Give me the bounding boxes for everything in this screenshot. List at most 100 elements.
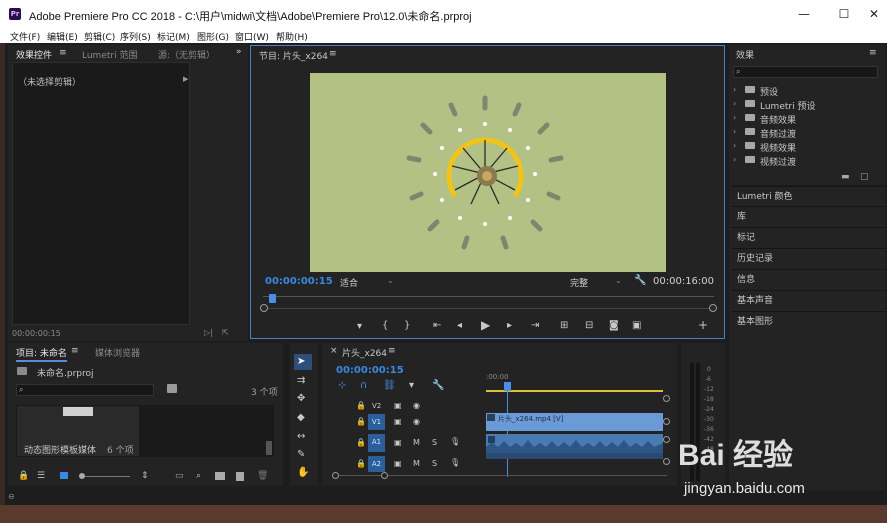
- timeline-vscroll-handle-2[interactable]: [663, 418, 670, 425]
- find-icon[interactable]: ⌕: [196, 471, 201, 481]
- camera-icon[interactable]: ◙: [609, 321, 619, 331]
- lift-icon[interactable]: ⊞: [560, 321, 568, 331]
- timeline-vscroll-bottom-handle[interactable]: [663, 458, 670, 465]
- section-markers[interactable]: 标记: [731, 227, 887, 248]
- go-to-out-icon[interactable]: ⇥: [531, 321, 539, 331]
- hand-tool-icon[interactable]: ✋: [297, 468, 309, 478]
- timeline-scroll-right-handle[interactable]: [381, 472, 388, 479]
- program-menu-icon[interactable]: ≡: [329, 49, 337, 59]
- timeline-timecode[interactable]: 00:00:00:15: [336, 365, 404, 376]
- step-forward-icon[interactable]: ▸: [507, 321, 512, 331]
- new-bin-bottom-icon[interactable]: [215, 472, 225, 480]
- new-bin-icon[interactable]: [167, 384, 177, 393]
- pen-tool-icon[interactable]: ✎: [297, 450, 305, 460]
- section-history[interactable]: 历史记录: [731, 248, 887, 269]
- eye-icon[interactable]: ◉: [413, 417, 420, 426]
- timeline-sequence-tab[interactable]: 片头_x264: [342, 346, 387, 359]
- sync-lock-icon[interactable]: ▣: [394, 401, 402, 410]
- section-lumetri-color[interactable]: Lumetri 颜色: [731, 186, 887, 207]
- playhead-marker[interactable]: [269, 294, 276, 303]
- menu-window[interactable]: 窗口(W): [235, 30, 269, 43]
- razor-tool-icon[interactable]: ◆: [297, 413, 305, 423]
- nest-icon[interactable]: ⊹: [338, 381, 346, 391]
- expand-panels-icon[interactable]: »: [236, 47, 242, 57]
- snap-icon[interactable]: ∩: [360, 381, 367, 391]
- video-clip-v1[interactable]: 片头_x264.mp4 [V]: [486, 413, 663, 431]
- mute-button[interactable]: M: [413, 438, 420, 447]
- menu-edit[interactable]: 编辑(E): [47, 30, 78, 43]
- new-item-bottom-icon[interactable]: [236, 472, 244, 481]
- add-button-icon[interactable]: +: [698, 319, 708, 331]
- microphone-icon[interactable]: 🎙: [450, 458, 460, 467]
- quality-chevron-down-icon[interactable]: ⌄: [615, 276, 622, 285]
- tab-menu-icon[interactable]: ≡: [59, 48, 67, 58]
- maximize-button[interactable]: ☐: [834, 5, 854, 23]
- add-marker-icon[interactable]: ▾: [357, 322, 362, 332]
- solo-button[interactable]: S: [432, 438, 437, 447]
- lock-track-icon[interactable]: 🔒: [356, 417, 366, 426]
- zoom-slider-handle[interactable]: [79, 473, 85, 479]
- tab-project[interactable]: 项目: 未命名: [16, 346, 67, 362]
- menu-help[interactable]: 帮助(H): [276, 30, 308, 43]
- sync-lock-icon[interactable]: ▣: [394, 438, 402, 447]
- fit-chevron-down-icon[interactable]: ⌄: [387, 276, 394, 285]
- track-target-v1[interactable]: V1: [368, 414, 385, 430]
- go-to-in-icon[interactable]: ⇤: [433, 321, 441, 331]
- zoom-handle-left[interactable]: [260, 304, 268, 312]
- mark-out-icon[interactable]: }: [404, 321, 410, 331]
- play-icon[interactable]: ▶: [481, 319, 490, 331]
- project-search-input[interactable]: ⌕: [16, 384, 154, 396]
- slip-tool-icon[interactable]: ↔: [297, 432, 305, 442]
- timeline-settings-icon[interactable]: 🔧: [432, 381, 444, 391]
- timeline-vscroll-handle-3[interactable]: [663, 436, 670, 443]
- program-current-timecode[interactable]: 00:00:00:15: [265, 276, 333, 287]
- sync-lock-icon[interactable]: ▣: [394, 417, 402, 426]
- eye-icon[interactable]: ◉: [413, 401, 420, 410]
- sync-lock-icon[interactable]: ▣: [394, 459, 402, 468]
- track-target-a2[interactable]: A2: [368, 456, 385, 472]
- add-marker-timeline-icon[interactable]: ▾: [409, 381, 414, 391]
- tab-source[interactable]: 源:（无剪辑）: [158, 48, 215, 61]
- timeline-vscroll-top-handle[interactable]: [663, 395, 670, 402]
- solo-button[interactable]: S: [432, 459, 437, 468]
- menu-sequence[interactable]: 序列(S): [120, 30, 151, 43]
- lock-track-icon[interactable]: 🔒: [356, 401, 366, 410]
- minimize-button[interactable]: —: [794, 5, 814, 23]
- track-target-a1[interactable]: A1: [368, 434, 385, 452]
- section-essential-sound[interactable]: 基本声音: [731, 290, 887, 311]
- timeline-playhead-handle[interactable]: [504, 382, 511, 391]
- menu-graphics[interactable]: 图形(G): [197, 30, 229, 43]
- new-bin-folder-icon[interactable]: ▬: [841, 172, 850, 182]
- section-info[interactable]: 信息: [731, 269, 887, 290]
- compare-view-icon[interactable]: ▣: [632, 321, 641, 331]
- expand-arrow-icon[interactable]: ▶: [183, 75, 188, 83]
- extract-icon[interactable]: ⊟: [585, 321, 593, 331]
- lock-track-icon[interactable]: 🔒: [356, 459, 366, 468]
- list-view-icon[interactable]: ☰: [37, 471, 45, 481]
- new-item-icon[interactable]: ▢: [860, 172, 869, 182]
- microphone-icon[interactable]: 🎙: [450, 437, 460, 446]
- section-essential-graphics[interactable]: 基本图形: [731, 311, 887, 332]
- program-scrub-bar[interactable]: [263, 296, 714, 297]
- mute-button[interactable]: M: [413, 459, 420, 468]
- audio-clip-a1[interactable]: [486, 434, 663, 453]
- menu-clip[interactable]: 剪辑(C): [84, 30, 115, 43]
- automate-icon[interactable]: ▭: [175, 471, 184, 481]
- step-back-icon[interactable]: ◂: [457, 321, 462, 331]
- tab-media-browser[interactable]: 媒体浏览器: [95, 346, 140, 359]
- lock-track-icon[interactable]: 🔒: [356, 438, 366, 447]
- section-libraries[interactable]: 库: [731, 206, 887, 227]
- tab-lumetri-scopes[interactable]: Lumetri 范围: [82, 48, 137, 61]
- icon-view-icon[interactable]: [60, 472, 68, 479]
- track-select-tool-icon[interactable]: ⇉: [297, 376, 305, 386]
- effects-menu-icon[interactable]: ≡: [869, 48, 877, 58]
- zoom-scroll-bar[interactable]: [263, 308, 714, 309]
- track-label[interactable]: V2: [372, 402, 381, 410]
- mark-in-icon[interactable]: {: [382, 321, 388, 331]
- timeline-scroll-left-handle[interactable]: [332, 472, 339, 479]
- export-icon[interactable]: ⇱: [222, 328, 229, 337]
- timeline-close-icon[interactable]: ×: [330, 346, 338, 356]
- zoom-slider[interactable]: [80, 476, 130, 477]
- project-menu-icon[interactable]: ≡: [71, 346, 79, 356]
- filter-icon[interactable]: ▷|: [204, 328, 213, 337]
